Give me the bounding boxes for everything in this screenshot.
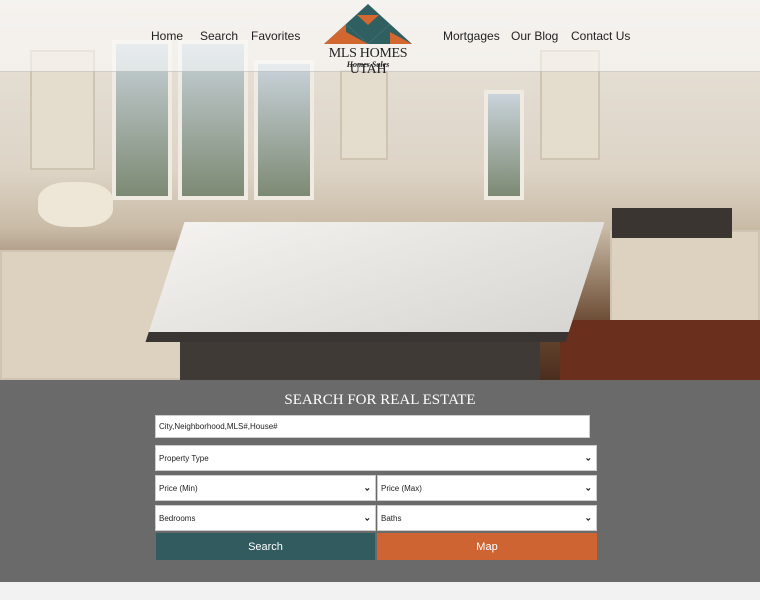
top-navigation: Home Search Favorites Mortgages Our Blog… <box>0 0 760 77</box>
price-max-select[interactable]: Price (Max) ⌄ <box>377 475 597 501</box>
bedrooms-select[interactable]: Bedrooms ⌄ <box>155 505 376 531</box>
nav-contact-us[interactable]: Contact Us <box>571 29 630 43</box>
chevron-down-icon: ⌄ <box>584 482 592 493</box>
map-button[interactable]: Map <box>377 533 597 560</box>
property-type-label: Property Type <box>159 453 209 463</box>
baths-select[interactable]: Baths ⌄ <box>377 505 597 531</box>
price-min-label: Price (Min) <box>159 483 198 493</box>
bedrooms-label: Bedrooms <box>159 513 196 523</box>
nav-home[interactable]: Home <box>151 29 183 43</box>
nav-favorites[interactable]: Favorites <box>251 29 300 43</box>
price-min-select[interactable]: Price (Min) ⌄ <box>155 475 376 501</box>
chevron-down-icon: ⌄ <box>363 482 371 493</box>
logo[interactable]: MLS HOMES UTAH Homes Sales <box>310 2 426 77</box>
nav-search[interactable]: Search <box>200 29 238 43</box>
location-placeholder: City,Neighborhood,MLS#,House# <box>159 422 278 431</box>
nav-our-blog[interactable]: Our Blog <box>511 29 558 43</box>
search-title: SEARCH FOR REAL ESTATE <box>284 392 476 408</box>
chevron-down-icon: ⌄ <box>584 512 592 523</box>
logo-roof-icon <box>324 4 412 44</box>
baths-label: Baths <box>381 513 402 523</box>
price-max-label: Price (Max) <box>381 483 422 493</box>
chevron-down-icon: ⌄ <box>584 452 592 463</box>
nav-mortgages[interactable]: Mortgages <box>443 29 500 43</box>
property-type-select[interactable]: Property Type ⌄ <box>155 445 597 471</box>
logo-tagline: Homes Sales <box>346 60 390 69</box>
search-button[interactable]: Search <box>156 533 375 560</box>
location-input[interactable]: City,Neighborhood,MLS#,House# <box>155 415 590 438</box>
chevron-down-icon: ⌄ <box>363 512 371 523</box>
